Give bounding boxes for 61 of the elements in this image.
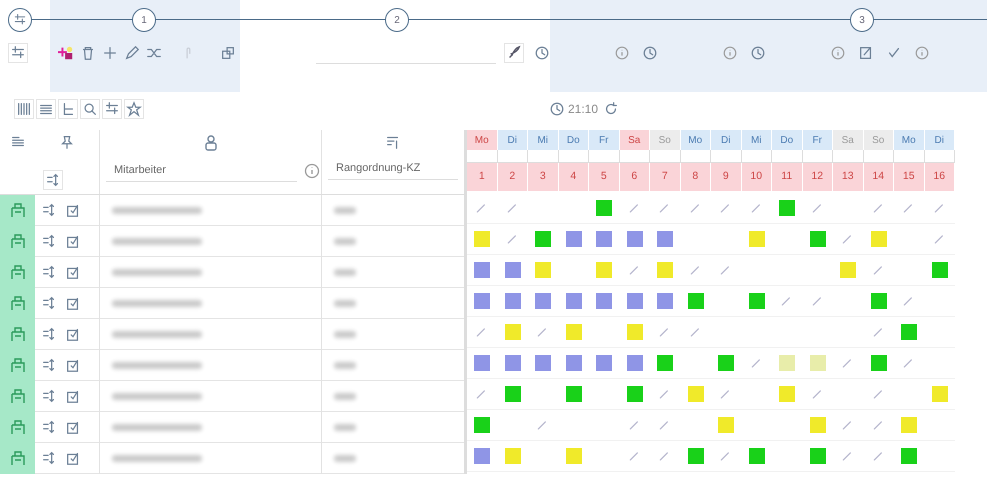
day-header: Do xyxy=(558,130,589,150)
day-header: So xyxy=(864,130,894,150)
day-header: Di xyxy=(498,130,528,150)
desk-icon xyxy=(8,325,26,343)
desk-icon xyxy=(8,387,26,405)
day-number: 9 xyxy=(711,163,742,193)
blurred-text xyxy=(334,206,356,214)
blurred-text xyxy=(334,238,356,244)
day-number: 3 xyxy=(528,163,558,193)
day-number: 14 xyxy=(864,163,894,193)
day-number: 7 xyxy=(650,163,680,193)
day-header: Mo xyxy=(680,130,711,150)
day-header: Mi xyxy=(742,130,772,150)
day-header: Mo xyxy=(894,130,924,150)
desk-icon xyxy=(8,418,26,436)
day-header: Do xyxy=(772,130,802,150)
blurred-text xyxy=(334,268,356,276)
day-number: 11 xyxy=(772,163,802,193)
day-header: So xyxy=(650,130,680,150)
column-header: Mitarbeiter xyxy=(106,160,297,182)
day-number: 15 xyxy=(894,163,924,193)
column-header: Rangordnung-KZ xyxy=(328,158,458,180)
day-number: 6 xyxy=(620,163,650,193)
day-number: 5 xyxy=(589,163,620,193)
day-number: 4 xyxy=(558,163,589,193)
step-circle[interactable]: 3 xyxy=(850,8,874,32)
day-header: Di xyxy=(924,130,955,150)
desk-icon xyxy=(8,294,26,312)
step-circle[interactable]: 1 xyxy=(132,8,156,32)
day-number: 16 xyxy=(924,163,955,193)
clock-icon xyxy=(549,101,565,117)
day-number: 13 xyxy=(833,163,864,193)
step-circle[interactable] xyxy=(8,8,32,32)
sort-icon xyxy=(385,134,401,150)
day-number: 1 xyxy=(467,163,498,193)
day-header: Sa xyxy=(620,130,650,150)
blurred-text xyxy=(334,362,356,368)
day-header: Sa xyxy=(833,130,864,150)
day-number: 8 xyxy=(680,163,711,193)
day-header: Mi xyxy=(528,130,558,150)
day-number: 2 xyxy=(498,163,528,193)
day-number: 10 xyxy=(742,163,772,193)
blurred-text xyxy=(334,424,356,430)
day-header: Fr xyxy=(802,130,833,150)
desk-icon xyxy=(8,232,26,250)
pin-icon xyxy=(59,134,75,150)
info-icon xyxy=(303,162,321,180)
blurred-text xyxy=(334,330,356,338)
day-header: Mo xyxy=(467,130,498,150)
day-number: 12 xyxy=(802,163,833,193)
blurred-text xyxy=(334,392,356,400)
day-header: Fr xyxy=(589,130,620,150)
blurred-text xyxy=(334,454,356,462)
blurred-text xyxy=(334,300,356,306)
desk-icon xyxy=(8,449,26,467)
desk-icon xyxy=(8,201,26,219)
day-header: Di xyxy=(711,130,742,150)
desk-icon xyxy=(8,356,26,374)
step-circle[interactable]: 2 xyxy=(385,8,409,32)
time-text: 21:10 xyxy=(568,101,598,118)
desk-icon xyxy=(8,263,26,281)
